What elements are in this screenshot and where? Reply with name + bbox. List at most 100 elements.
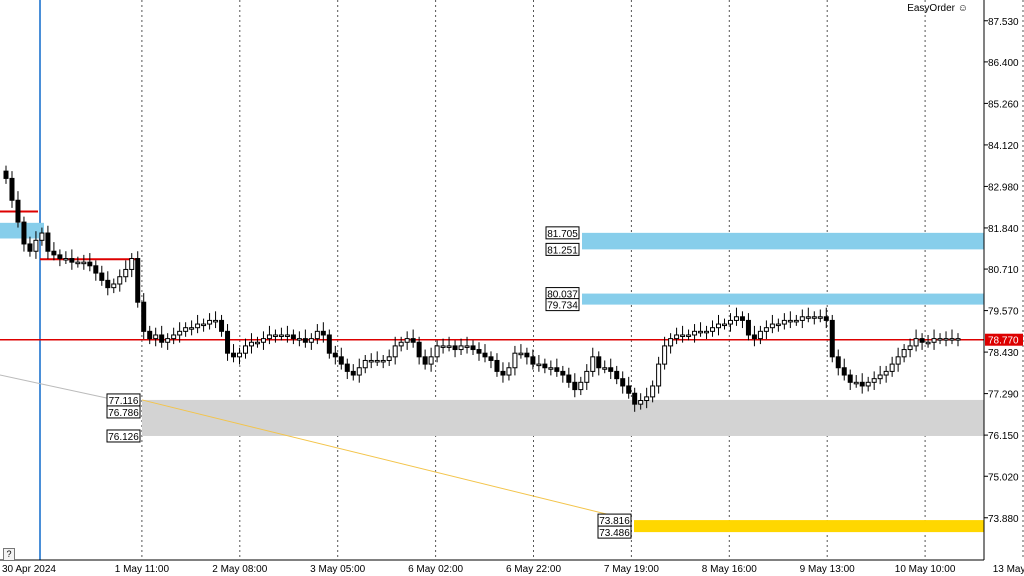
candle-body [883,370,889,376]
candle-body [99,272,105,281]
candle-body [165,338,171,343]
candle-body [242,345,248,354]
candle-body [284,334,290,337]
candle-body [314,330,320,340]
candle-body [410,338,416,343]
candle-body [626,385,632,394]
candle-body [213,319,219,323]
candle-body [93,265,99,274]
time-tick-label: 6 May 22:00 [506,564,561,575]
candle-body [757,330,763,340]
candle-body [512,352,518,369]
candle-body [907,345,913,351]
candle-body [578,381,584,391]
candle-body [63,258,69,261]
candle-body [153,334,159,340]
candle-body [949,338,955,341]
candle-body [775,323,781,327]
candle-body [793,319,799,323]
candle-body [57,254,63,260]
candle-body [440,345,446,348]
candle-body [207,319,213,325]
candle-body [506,367,512,376]
candle-body [781,319,787,325]
candle-body [69,258,75,263]
candle-body [386,356,392,361]
price-tick-label: 81.840 [988,224,1019,235]
candle-body [548,367,554,370]
candle-body [751,334,757,340]
candle-body [39,232,45,241]
candle-body [416,341,422,358]
candle-body [476,349,482,354]
candle-body [811,316,817,319]
candle-body [823,316,829,321]
candle-body [889,363,895,372]
candle-body [51,250,57,256]
candle-body [225,330,231,354]
candle-body [458,345,464,351]
candle-body [3,170,9,179]
candle-body [344,363,350,372]
easyorder-label[interactable]: EasyOrder ☺ [907,3,968,14]
candle-body [859,381,865,387]
price-tick-label: 80.710 [988,265,1019,276]
candle-body [446,345,452,348]
candle-body [494,359,500,372]
time-tick-label: 2 May 08:00 [212,564,267,575]
zone-labels: 81.70581.25180.03779.73477.11676.78676.1… [106,226,632,539]
price-chart[interactable]: 81.70581.25180.03779.73477.11676.78676.1… [0,0,1024,576]
candle-body [123,268,129,278]
candle-body [15,199,21,223]
candle-body [464,345,470,348]
candle-body [201,323,207,327]
zone-price-label: 73.486 [599,528,630,539]
candle-body [302,338,308,343]
candle-body [805,316,811,319]
price-tick-label: 75.020 [988,472,1019,483]
candle-body [374,359,380,363]
candle-body [542,363,548,369]
candle-body [75,261,81,265]
candle-body [871,378,877,383]
candle-body [955,338,961,341]
candle-body [404,338,410,343]
candle-body [482,352,488,358]
time-gridlines [39,0,1024,560]
candle-body [45,232,51,252]
candle-body [650,385,656,398]
candle-body [392,345,398,358]
candle-body [799,316,805,321]
candle-body [710,327,716,332]
candle-body [698,330,704,334]
zone-price-label: 81.251 [547,245,578,256]
candle-body [87,261,93,267]
candle-body [739,316,745,321]
zone-price-label: 79.734 [547,301,578,312]
candle-body [195,323,201,329]
candle-body [524,352,530,358]
candle-body [817,316,823,319]
price-tick-label: 86.400 [988,58,1019,69]
candle-body [189,327,195,330]
candle-body [9,177,15,201]
blue-zone [582,293,984,305]
candle-body [632,392,638,405]
zone-price-label: 77.116 [109,396,139,407]
candle-body [584,370,590,383]
candle-body [937,338,943,341]
candle-body [680,334,686,337]
candle-body [554,367,560,372]
candle-body [560,370,566,376]
candle-body [662,345,668,365]
candle-body [829,319,835,358]
candle-body [231,352,237,358]
candle-body [21,221,27,245]
help-button[interactable]: ? [3,548,15,561]
candle-body [943,338,949,341]
time-tick-label: 1 May 11:00 [115,564,170,575]
candle-body [500,370,506,376]
candle-body [853,381,859,385]
candle-body [338,356,344,365]
candle-body [272,334,278,337]
